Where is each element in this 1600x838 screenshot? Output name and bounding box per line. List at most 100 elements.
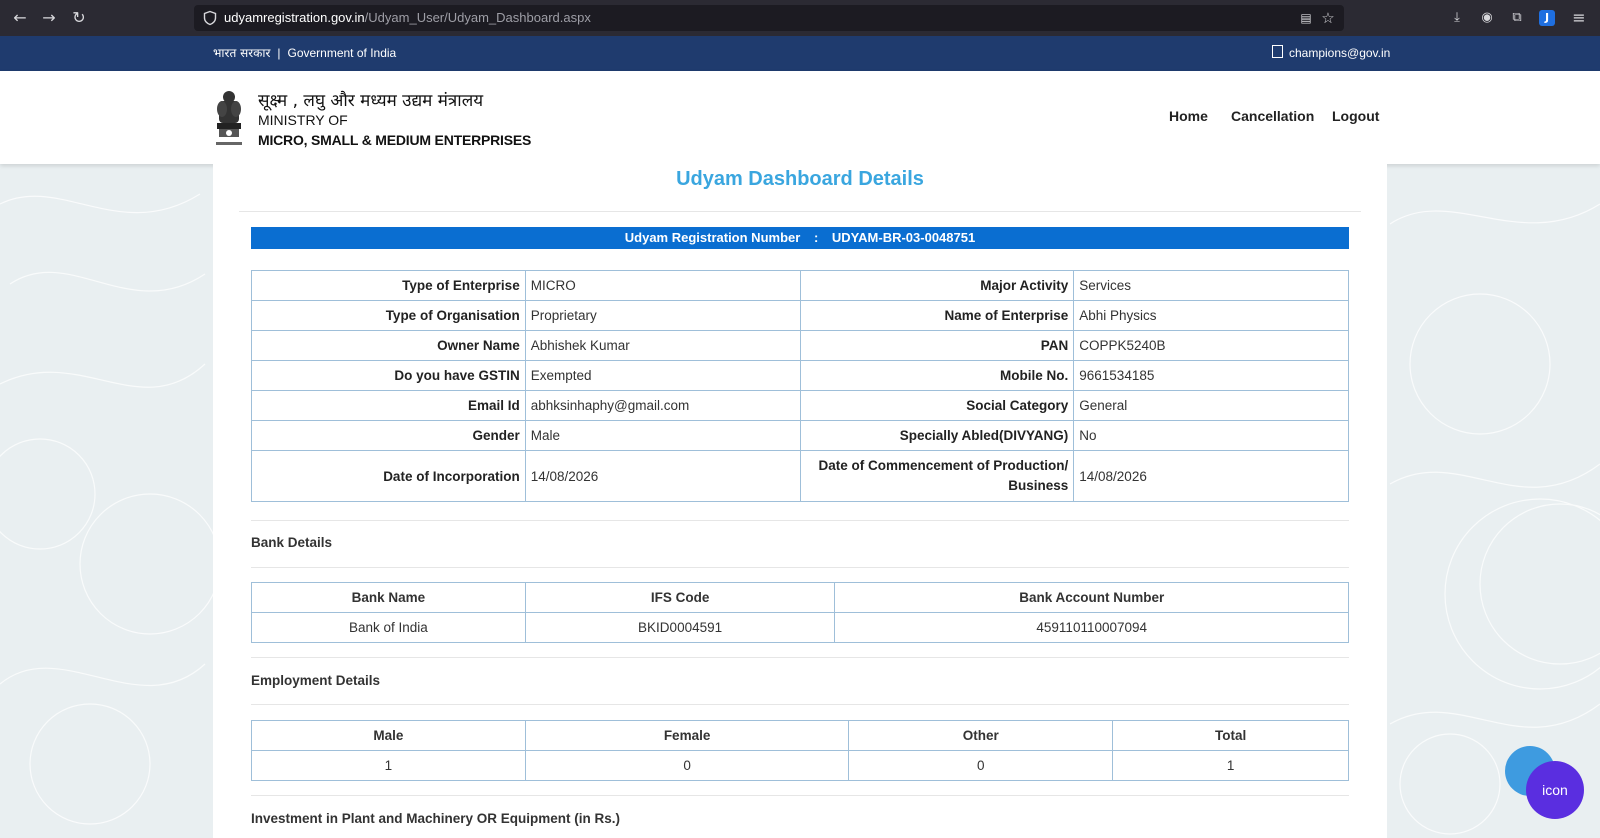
account-icon[interactable]: ◉ bbox=[1478, 9, 1496, 27]
info-value: Services bbox=[1073, 270, 1349, 301]
contact-email-text: champions@gov.in bbox=[1289, 46, 1391, 60]
divider bbox=[251, 567, 1349, 568]
gov-strip-left: भारत सरकार | Government of India bbox=[213, 36, 396, 71]
info-label: Date of Incorporation bbox=[251, 450, 526, 502]
info-value: Abhishek Kumar bbox=[524, 330, 801, 361]
url-text: udyamregistration.gov.in/Udyam_User/Udya… bbox=[224, 5, 591, 31]
info-value: MICRO bbox=[524, 270, 801, 301]
table-cell: 1 bbox=[251, 750, 526, 781]
table-cell: 0 bbox=[848, 750, 1114, 781]
reg-label: Udyam Registration Number bbox=[624, 230, 801, 245]
info-value: Male bbox=[524, 420, 801, 451]
bank-details-title: Bank Details bbox=[251, 535, 333, 550]
column-header: Other bbox=[848, 720, 1114, 751]
reload-icon[interactable]: ↻ bbox=[69, 8, 89, 28]
gov-strip: भारत सरकार | Government of India champions… bbox=[0, 36, 1600, 71]
site-header: सूक्ष्म , लघु और मध्यम उद्यम मंत्रालय MI… bbox=[0, 71, 1600, 164]
nav-logout[interactable]: Logout bbox=[1332, 108, 1379, 124]
info-value: No bbox=[1073, 420, 1349, 451]
info-value: COPPK5240B bbox=[1073, 330, 1349, 361]
column-header: Bank Name bbox=[251, 582, 526, 613]
info-value: 9661534185 bbox=[1073, 360, 1349, 391]
column-header: IFS Code bbox=[524, 582, 836, 613]
divider bbox=[239, 211, 1361, 212]
bookmark-star-icon[interactable]: ☆ bbox=[1320, 10, 1336, 26]
info-label: Gender bbox=[251, 420, 526, 451]
table-cell: Bank of India bbox=[251, 612, 526, 643]
dashboard-content: Udyam Dashboard Details Udyam Registrati… bbox=[213, 164, 1387, 838]
nav-cancellation[interactable]: Cancellation bbox=[1231, 108, 1314, 124]
floating-chat-button[interactable]: icon bbox=[1526, 761, 1584, 819]
table-row: Owner Name Abhishek Kumar PAN COPPK5240B bbox=[251, 330, 1349, 361]
column-header: Total bbox=[1112, 720, 1349, 751]
column-header: Female bbox=[524, 720, 850, 751]
reg-number: UDYAM-BR-03-0048751 bbox=[831, 230, 976, 245]
info-value: Proprietary bbox=[524, 300, 801, 331]
info-label: Email Id bbox=[251, 390, 526, 421]
table-row: Date of Incorporation 14/08/2026 Date of… bbox=[251, 450, 1349, 502]
url-domain: udyamregistration.gov.in bbox=[224, 10, 365, 25]
info-value: 14/08/2026 bbox=[1073, 450, 1349, 502]
ministry-of: MINISTRY OF bbox=[258, 112, 348, 128]
contact-email[interactable]: champions@gov.in bbox=[1272, 36, 1390, 71]
column-header: Bank Account Number bbox=[834, 582, 1349, 613]
table-header-row: Bank Name IFS Code Bank Account Number bbox=[251, 582, 1349, 613]
info-value: Abhi Physics bbox=[1073, 300, 1349, 331]
info-label: Mobile No. bbox=[799, 360, 1075, 391]
info-label: Type of Enterprise bbox=[251, 270, 526, 301]
page-title: Udyam Dashboard Details bbox=[676, 168, 924, 190]
investment-title: Investment in Plant and Machinery OR Equ… bbox=[251, 811, 621, 826]
table-row: Type of Organisation Proprietary Name of… bbox=[251, 300, 1349, 331]
reader-view-icon[interactable]: ▤ bbox=[1298, 10, 1314, 26]
info-value: Exempted bbox=[524, 360, 801, 391]
info-label: Do you have GSTIN bbox=[251, 360, 526, 391]
info-label: PAN bbox=[799, 330, 1075, 361]
divider bbox=[251, 657, 1349, 658]
browser-toolbar: ← → ↻ udyamregistration.gov.in/Udyam_Use… bbox=[0, 0, 1600, 36]
gov-hindi-label: भारत सरकार bbox=[213, 46, 271, 60]
table-row: Gender Male Specially Abled(DIVYANG) No bbox=[251, 420, 1349, 451]
ministry-name: MICRO, SMALL & MEDIUM ENTERPRISES bbox=[258, 132, 532, 148]
reg-colon: : bbox=[813, 230, 819, 245]
enterprise-info-table: Type of Enterprise MICRO Major Activity … bbox=[251, 270, 1349, 502]
info-label: Name of Enterprise bbox=[799, 300, 1075, 331]
info-value: General bbox=[1073, 390, 1349, 421]
gov-english-label: Government of India bbox=[287, 46, 397, 60]
extension-j-icon[interactable]: J bbox=[1539, 10, 1555, 26]
employment-details-table: Male Female Other Total 1 0 0 1 bbox=[251, 720, 1349, 781]
table-cell: 0 bbox=[524, 750, 850, 781]
nav-home[interactable]: Home bbox=[1169, 108, 1208, 124]
info-label: Social Category bbox=[799, 390, 1075, 421]
table-cell: 1 bbox=[1112, 750, 1349, 781]
info-label: Type of Organisation bbox=[251, 300, 526, 331]
table-row: Bank of India BKID0004591 45911011000709… bbox=[251, 612, 1349, 643]
menu-icon[interactable]: ≡ bbox=[1570, 9, 1588, 27]
back-icon[interactable]: ← bbox=[10, 8, 30, 28]
table-cell: 459110110007094 bbox=[834, 612, 1349, 643]
mail-icon bbox=[1272, 45, 1283, 58]
table-row: Type of Enterprise MICRO Major Activity … bbox=[251, 270, 1349, 301]
ministry-hindi: सूक्ष्म , लघु और मध्यम उद्यम मंत्रालय bbox=[258, 91, 484, 111]
national-emblem-icon bbox=[216, 91, 242, 145]
info-value: 14/08/2026 bbox=[524, 450, 801, 502]
table-row: Do you have GSTIN Exempted Mobile No. 96… bbox=[251, 360, 1349, 391]
extensions-icon[interactable]: ⧉ bbox=[1508, 9, 1526, 27]
table-cell: BKID0004591 bbox=[524, 612, 836, 643]
forward-icon[interactable]: → bbox=[39, 8, 59, 28]
divider bbox=[251, 795, 1349, 796]
divider bbox=[251, 704, 1349, 705]
info-label: Specially Abled(DIVYANG) bbox=[799, 420, 1075, 451]
downloads-icon[interactable]: ⤓ bbox=[1448, 9, 1466, 27]
info-value: abhksinhaphy@gmail.com bbox=[524, 390, 801, 421]
info-label: Date of Commencement of Production/ Busi… bbox=[799, 450, 1075, 502]
employment-details-title: Employment Details bbox=[251, 673, 381, 688]
gov-separator: | bbox=[277, 46, 281, 60]
table-row: Email Id abhksinhaphy@gmail.com Social C… bbox=[251, 390, 1349, 421]
shield-icon bbox=[203, 10, 217, 26]
info-label: Major Activity bbox=[799, 270, 1075, 301]
address-bar[interactable]: udyamregistration.gov.in/Udyam_User/Udya… bbox=[194, 5, 1344, 31]
column-header: Male bbox=[251, 720, 526, 751]
table-header-row: Male Female Other Total bbox=[251, 720, 1349, 751]
divider bbox=[251, 520, 1349, 521]
bank-details-table: Bank Name IFS Code Bank Account Number B… bbox=[251, 582, 1349, 643]
